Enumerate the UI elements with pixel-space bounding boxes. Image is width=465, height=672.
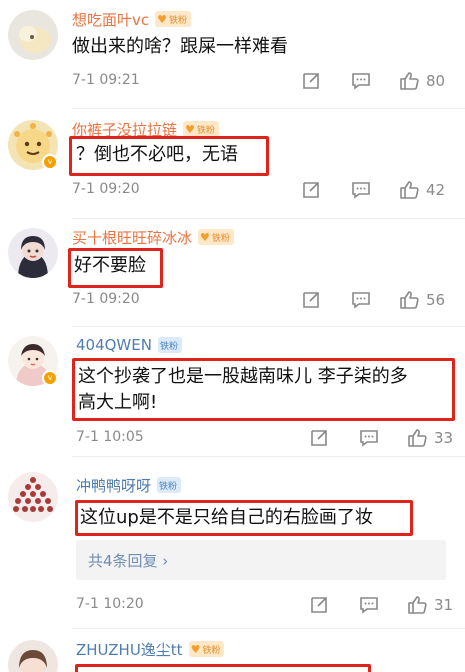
comment-time: 7-1 09:20 [72, 181, 140, 197]
username[interactable]: 冲鸭鸭呀呀 [76, 475, 151, 496]
comment-time: 7-1 10:20 [76, 596, 144, 612]
comment-item: 买十根旺旺碎冰冰 ♥ 铁粉 好不要脸 7-1 09:20 56 [0, 220, 465, 328]
comment-meta: 7-1 09:21 80 [72, 70, 457, 92]
comment-icon[interactable] [350, 70, 372, 92]
comment-icon[interactable] [358, 594, 380, 616]
reply-thread[interactable]: 共4条回复 › [76, 540, 446, 580]
heart-icon: ♥ [157, 12, 167, 26]
comment-text: 做出来的啥？跟屎一样难看 [72, 36, 288, 57]
highlight-box [75, 664, 371, 672]
fan-badge: ♥ 铁粉 [155, 11, 192, 27]
avatar[interactable] [8, 472, 58, 522]
fan-badge: ♥ 铁粉 [188, 641, 225, 657]
divider [72, 456, 465, 457]
heart-icon: ♥ [190, 642, 201, 656]
highlight-box [69, 136, 269, 176]
view-replies-link[interactable]: 共4条回复 › [88, 550, 168, 571]
share-icon[interactable] [308, 594, 330, 616]
avatar[interactable] [8, 228, 58, 278]
comment-item: v 404QWEN 铁粉 这个抄袭了也是一股越南味儿 李子柒的多 高大上啊! 7… [0, 328, 465, 458]
comment-item: 冲鸭鸭呀呀 铁粉 这位up是不是只给自己的右脸画了妆 共4条回复 › 7-1 1… [0, 458, 465, 628]
like-count: 80 [426, 72, 446, 90]
like-icon[interactable] [398, 70, 420, 92]
highlight-box [75, 500, 413, 536]
comment-time: 7-1 09:20 [72, 291, 140, 307]
avatar[interactable] [8, 10, 58, 60]
like-count: 56 [426, 291, 446, 309]
like-icon[interactable] [398, 179, 420, 201]
fan-badge: 铁粉 [157, 337, 182, 353]
fan-badge: ♥ 铁粉 [183, 121, 219, 137]
heart-icon: ♥ [185, 122, 195, 136]
divider [72, 108, 465, 109]
highlight-box [68, 248, 163, 288]
highlight-box [72, 358, 455, 421]
share-icon[interactable] [300, 70, 322, 92]
username[interactable]: 买十根旺旺碎冰冰 [72, 227, 192, 248]
divider [72, 326, 465, 327]
username[interactable]: ZHUZHU逸尘tt [76, 639, 183, 660]
share-icon[interactable] [300, 289, 322, 311]
like-count: 33 [434, 429, 454, 447]
username[interactable]: 想吃面叶vc [72, 9, 149, 30]
verified-badge: v [42, 154, 58, 170]
comment-meta: 7-1 10:05 33 [76, 427, 461, 449]
like-icon[interactable] [398, 289, 420, 311]
comment-time: 7-1 10:05 [76, 429, 144, 445]
comment-time: 7-1 09:21 [72, 72, 140, 88]
comment-icon[interactable] [350, 179, 372, 201]
comment-meta: 7-1 09:20 42 [72, 179, 457, 201]
fan-badge: ♥ 铁粉 [198, 229, 234, 245]
comment-icon[interactable] [358, 427, 380, 449]
comment-meta: 7-1 09:20 56 [72, 289, 457, 311]
like-count: 42 [426, 181, 446, 199]
divider [72, 218, 465, 219]
comment-item: 想吃面叶vc ♥ 铁粉 做出来的啥？跟屎一样难看 7-1 09:21 80 [0, 0, 465, 110]
heart-icon: ♥ [200, 230, 210, 244]
fan-badge: 铁粉 [157, 477, 182, 493]
like-icon[interactable] [406, 427, 428, 449]
comment-item: ZHUZHU逸尘tt ♥ 铁粉 [0, 630, 465, 672]
comment-item: v 你裤子没拉拉链 ♥ 铁粉 ？倒也不必吧，无语 7-1 09:20 42 [0, 110, 465, 220]
like-count: 31 [434, 596, 454, 614]
comment-meta: 7-1 10:20 31 [76, 594, 461, 616]
like-icon[interactable] [406, 594, 428, 616]
share-icon[interactable] [300, 179, 322, 201]
comment-icon[interactable] [350, 289, 372, 311]
username[interactable]: 404QWEN [76, 336, 152, 354]
avatar[interactable] [8, 640, 58, 672]
divider [72, 628, 465, 629]
share-icon[interactable] [308, 427, 330, 449]
verified-badge: v [42, 370, 58, 386]
